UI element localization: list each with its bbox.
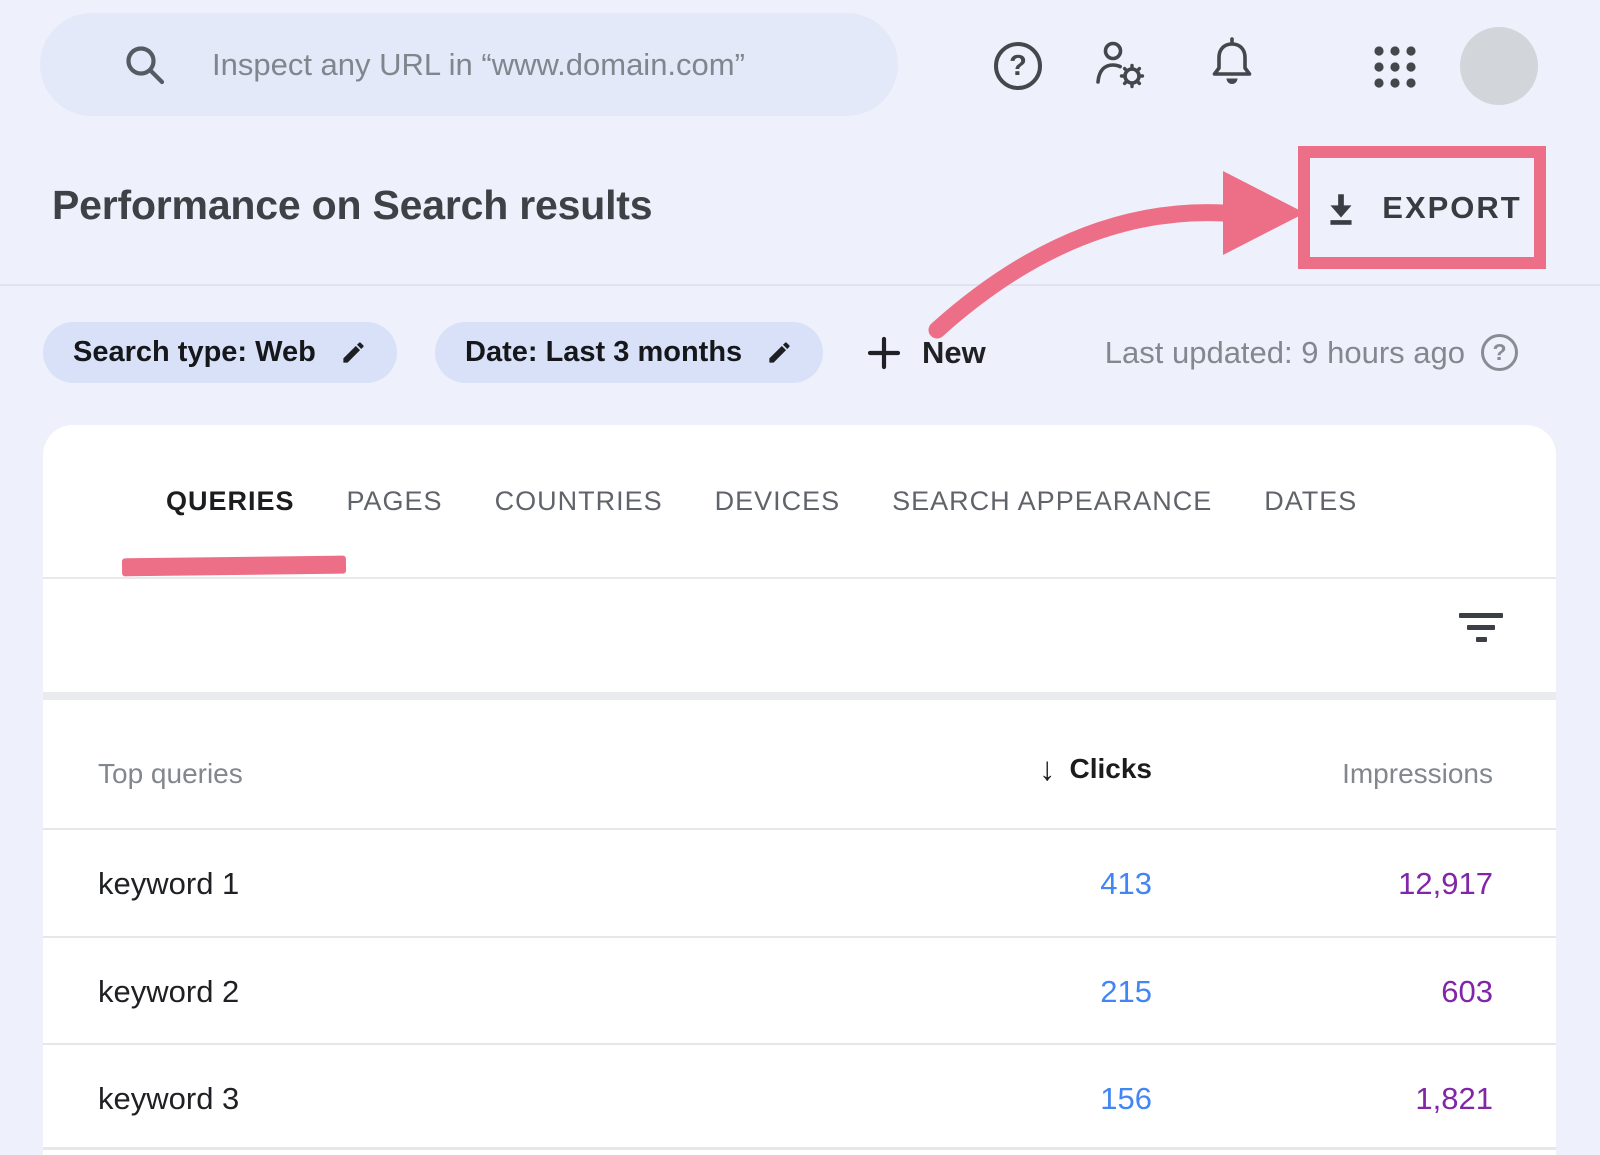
export-button-annotation-box: EXPORT (1298, 146, 1546, 269)
table-row[interactable]: keyword 2 215 603 (43, 936, 1556, 1045)
search-input[interactable] (210, 46, 834, 84)
tab-pages[interactable]: PAGES (347, 486, 443, 517)
table-filter-icon[interactable] (1437, 613, 1525, 642)
impressions-cell: 12,917 (1398, 866, 1493, 902)
notifications-bell-icon[interactable] (1207, 35, 1257, 95)
apps-grid-icon[interactable] (1371, 43, 1419, 91)
download-icon (1322, 189, 1360, 227)
search-icon (122, 42, 168, 88)
column-header-clicks-label: Clicks (1070, 753, 1153, 785)
tab-countries[interactable]: COUNTRIES (495, 486, 663, 517)
clicks-cell: 413 (1100, 866, 1152, 902)
query-cell: keyword 3 (98, 1081, 239, 1117)
gear-glyph (1122, 66, 1143, 87)
annotation-arrow (895, 148, 1315, 348)
plus-icon (866, 335, 902, 371)
export-button[interactable]: EXPORT (1382, 190, 1521, 226)
page-title: Performance on Search results (52, 182, 652, 229)
new-filter-button[interactable]: New (866, 322, 986, 383)
header-divider (0, 284, 1600, 286)
annotation-underline-queries (122, 556, 346, 577)
edit-pencil-icon (340, 339, 367, 366)
column-header-top-queries[interactable]: Top queries (98, 758, 243, 790)
impressions-cell: 1,821 (1415, 1081, 1493, 1117)
table-header-row: Top queries ↓ Clicks Impressions (43, 700, 1556, 828)
info-question-icon[interactable]: ? (1481, 334, 1518, 371)
column-header-impressions[interactable]: Impressions (1342, 758, 1493, 790)
search-console-performance-page: ? Performance on Search results (0, 0, 1600, 1155)
help-icon[interactable]: ? (994, 42, 1042, 90)
account-avatar[interactable] (1460, 27, 1538, 105)
table-top-divider (43, 692, 1556, 700)
tabs-divider (43, 577, 1556, 579)
last-updated-status: Last updated: 9 hours ago ? (1105, 322, 1518, 383)
search-type-chip-label: Search type: Web (73, 336, 316, 369)
edit-pencil-icon (766, 339, 793, 366)
sort-descending-icon: ↓ (1039, 752, 1056, 785)
tab-devices[interactable]: DEVICES (715, 486, 841, 517)
tab-queries[interactable]: QUERIES (166, 486, 295, 517)
report-card: QUERIES PAGES COUNTRIES DEVICES SEARCH A… (43, 425, 1556, 1155)
user-settings-icon[interactable] (1092, 38, 1154, 94)
url-inspect-search-bar[interactable] (40, 13, 898, 116)
table-row[interactable]: keyword 1 413 12,917 (43, 828, 1556, 937)
query-cell: keyword 2 (98, 974, 239, 1010)
clicks-cell: 156 (1100, 1081, 1152, 1117)
clicks-cell: 215 (1100, 974, 1152, 1010)
date-filter-chip-label: Date: Last 3 months (465, 336, 742, 369)
column-header-clicks[interactable]: ↓ Clicks (1039, 752, 1152, 785)
dimension-tabs: QUERIES PAGES COUNTRIES DEVICES SEARCH A… (166, 425, 1357, 577)
last-updated-text: Last updated: 9 hours ago (1105, 335, 1465, 371)
impressions-cell: 603 (1441, 974, 1493, 1010)
new-filter-label: New (922, 335, 986, 371)
date-filter-chip[interactable]: Date: Last 3 months (435, 322, 823, 383)
query-cell: keyword 1 (98, 866, 239, 902)
tab-dates[interactable]: DATES (1264, 486, 1357, 517)
tab-search-appearance[interactable]: SEARCH APPEARANCE (892, 486, 1212, 517)
search-type-chip[interactable]: Search type: Web (43, 322, 397, 383)
table-bottom-divider (43, 1147, 1556, 1150)
table-row[interactable]: keyword 3 156 1,821 (43, 1043, 1556, 1152)
